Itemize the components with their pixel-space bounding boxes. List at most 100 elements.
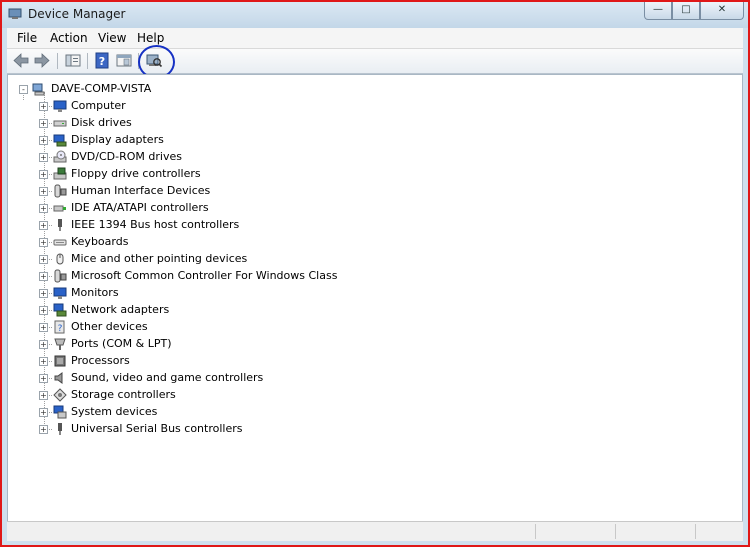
tree-item-label: Monitors — [71, 286, 119, 299]
help-icon[interactable]: ? — [93, 52, 111, 69]
tree-item-other-devices[interactable]: + ? Other devices — [8, 319, 408, 336]
close-button[interactable]: ✕ — [700, 2, 744, 20]
device-manager-icon — [8, 8, 22, 19]
tree-item-display-adapters[interactable]: + Display adapters — [8, 132, 408, 149]
ieee1394-icon — [58, 219, 62, 231]
collapse-icon[interactable]: - — [19, 85, 28, 94]
title-bar[interactable]: Device Manager — □ ✕ — [2, 2, 748, 28]
floppy-controller-icon — [53, 167, 67, 180]
tree-item-label: Network adapters — [71, 303, 170, 316]
usb-icon — [58, 423, 62, 435]
expand-icon[interactable]: + — [39, 255, 48, 264]
tree-item-ide-ata-atapi-controllers[interactable]: + IDE ATA/ATAPI controllers — [8, 200, 408, 217]
close-icon: ✕ — [717, 4, 727, 15]
device-tree-panel[interactable]: - DAVE-COMP-VISTA + Computer + Disk driv… — [7, 74, 743, 522]
menu-action[interactable]: Action — [50, 31, 88, 45]
minimize-button[interactable]: — — [644, 2, 672, 20]
expand-icon[interactable]: + — [39, 323, 48, 332]
window-title: Device Manager — [28, 7, 126, 21]
expand-icon[interactable]: + — [39, 374, 48, 383]
processor-icon — [54, 355, 66, 367]
speaker-icon — [54, 372, 63, 384]
tree-item-mice-and-other-pointing-devices[interactable]: + Mice and other pointing devices — [8, 251, 408, 268]
tree-item-label: Computer — [71, 99, 126, 112]
tree-item-ports[interactable]: + Ports (COM & LPT) — [8, 336, 408, 353]
tree-item-label: DVD/CD-ROM drives — [71, 150, 182, 163]
forward-arrow-icon[interactable] — [33, 52, 51, 69]
expand-icon[interactable]: + — [39, 306, 48, 315]
expand-icon[interactable]: + — [39, 408, 48, 417]
tree-item-system-devices[interactable]: + System devices — [8, 404, 408, 421]
network-adapter-icon — [53, 303, 67, 317]
port-icon — [54, 338, 66, 350]
toolbar: ? — [7, 49, 743, 74]
svg-text:?: ? — [99, 55, 105, 68]
tree-root[interactable]: - DAVE-COMP-VISTA — [8, 81, 308, 98]
tree-item-computer[interactable]: + Computer — [8, 98, 408, 115]
expand-icon[interactable]: + — [39, 289, 48, 298]
tree-item-label: Floppy drive controllers — [71, 167, 201, 180]
tree-item-label: Universal Serial Bus controllers — [71, 422, 243, 435]
storage-controller-icon — [53, 388, 67, 402]
tree-item-network-adapters[interactable]: + Network adapters — [8, 302, 408, 319]
tree-item-storage-controllers[interactable]: + Storage controllers — [8, 387, 408, 404]
expand-icon[interactable]: + — [39, 153, 48, 162]
status-segment — [695, 524, 742, 539]
expand-icon[interactable]: + — [39, 357, 48, 366]
device-manager-window: Device Manager — □ ✕ File Action View He… — [0, 0, 750, 547]
status-segment — [615, 524, 696, 539]
expand-icon[interactable]: + — [39, 102, 48, 111]
controller-icon — [54, 269, 67, 283]
expand-icon[interactable]: + — [39, 272, 48, 281]
tree-item-sound-video-game-controllers[interactable]: + Sound, video and game controllers — [8, 370, 408, 387]
tree-item-floppy-drive-controllers[interactable]: + Floppy drive controllers — [8, 166, 408, 183]
tree-item-microsoft-common-controller[interactable]: + Microsoft Common Controller For Window… — [8, 268, 408, 285]
tree-item-disk-drives[interactable]: + Disk drives — [8, 115, 408, 132]
monitor-icon — [53, 287, 67, 299]
tree-root-label: DAVE-COMP-VISTA — [51, 82, 152, 95]
tree-item-label: Other devices — [71, 320, 148, 333]
tree-item-label: Human Interface Devices — [71, 184, 211, 197]
menu-file[interactable]: File — [17, 31, 37, 45]
expand-icon[interactable]: + — [39, 425, 48, 434]
expand-icon[interactable]: + — [39, 391, 48, 400]
tree-item-label: Display adapters — [71, 133, 164, 146]
tree-item-label: Ports (COM & LPT) — [71, 337, 172, 350]
tree-item-label: Processors — [71, 354, 130, 367]
tree-item-ieee-1394-bus-host-controllers[interactable]: + IEEE 1394 Bus host controllers — [8, 217, 408, 234]
tree-item-keyboards[interactable]: + Keyboards — [8, 234, 408, 251]
menu-view[interactable]: View — [98, 31, 126, 45]
expand-icon[interactable]: + — [39, 204, 48, 213]
tree-item-processors[interactable]: + Processors — [8, 353, 408, 370]
expand-icon[interactable]: + — [39, 221, 48, 230]
tree-item-usb-controllers[interactable]: + Universal Serial Bus controllers — [8, 421, 408, 438]
tree-item-label: Sound, video and game controllers — [71, 371, 264, 384]
expand-icon[interactable]: + — [39, 187, 48, 196]
expand-icon[interactable]: + — [39, 119, 48, 128]
computer-icon — [32, 83, 45, 96]
maximize-icon: □ — [681, 4, 691, 15]
tree-item-human-interface-devices[interactable]: + Human Interface Devices — [8, 183, 408, 200]
dvd-icon — [53, 150, 67, 163]
console-tree-icon[interactable] — [115, 52, 133, 69]
tree-item-dvd-cd-rom-drives[interactable]: + DVD/CD-ROM drives — [8, 149, 408, 166]
menu-help[interactable]: Help — [137, 31, 164, 45]
maximize-button[interactable]: □ — [672, 2, 700, 20]
tree-item-label: IEEE 1394 Bus host controllers — [71, 218, 240, 231]
expand-icon[interactable]: + — [39, 340, 48, 349]
tree-item-label: Keyboards — [71, 235, 129, 248]
tree-item-label: Disk drives — [71, 116, 132, 129]
tree-item-monitors[interactable]: + Monitors — [8, 285, 408, 302]
expand-icon[interactable]: + — [39, 170, 48, 179]
back-arrow-icon[interactable] — [12, 52, 30, 69]
system-devices-icon — [53, 405, 67, 419]
disk-drive-icon — [53, 120, 67, 127]
properties-icon[interactable] — [64, 52, 82, 69]
expand-icon[interactable]: + — [39, 238, 48, 247]
expand-icon[interactable]: + — [39, 136, 48, 145]
ide-controller-icon — [53, 205, 66, 212]
status-bar — [7, 521, 743, 541]
minimize-icon: — — [653, 4, 663, 15]
toolbar-separator — [57, 53, 58, 69]
svg-text:?: ? — [58, 324, 63, 334]
